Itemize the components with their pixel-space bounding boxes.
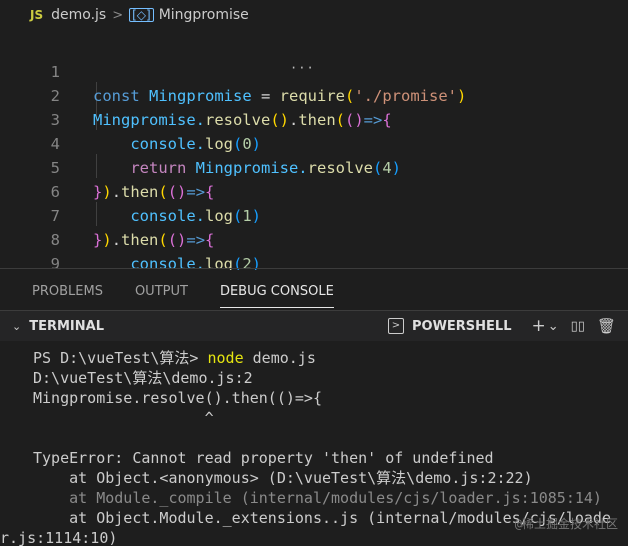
code-line: 4 return Mingpromise.resolve(4) <box>0 108 628 177</box>
tab-output[interactable]: OUTPUT <box>135 273 188 307</box>
code-line: 7 }).then(()=>{ <box>0 180 628 249</box>
code-line: 6 console.log(1) <box>0 156 628 225</box>
code-line: 5 }).then(()=>{ <box>0 132 628 201</box>
shell-selector[interactable]: POWERSHELL <box>412 319 512 334</box>
terminal-line: Mingpromise.resolve().then(()=>{ <box>33 389 322 407</box>
breadcrumb-symbol[interactable]: Mingpromise <box>159 7 249 23</box>
code-line: 3 console.log(0) <box>0 84 628 153</box>
watermark: @稀土掘金技术社区 <box>514 517 618 531</box>
plus-icon[interactable]: + <box>531 316 545 336</box>
split-terminal-icon[interactable]: ▯▯ <box>571 319 585 334</box>
breadcrumb-file[interactable]: demo.js <box>51 7 106 23</box>
terminal-line: at Object.<anonymous> (D:\vueTest\算法\dem… <box>33 469 533 487</box>
trash-icon[interactable]: 🗑 <box>597 317 616 335</box>
terminal-title: TERMINAL <box>29 318 104 334</box>
tab-debug-console[interactable]: DEBUG CONSOLE <box>219 273 334 308</box>
code-line: 8 console.log(2) <box>0 204 628 270</box>
code-line: 1 const Mingpromise = require('./promise… <box>0 36 628 105</box>
terminal-line: r.js:1114:10) <box>0 529 118 546</box>
breadcrumb: JS demo.js > [◇] Mingpromise <box>0 0 628 30</box>
terminal-output[interactable]: PS D:\vueTest\算法> node demo.js D:\vueTes… <box>0 342 628 546</box>
terminal-command: node <box>207 349 244 367</box>
code-line: 2 Mingpromise.resolve().then(()=>{ <box>0 60 628 129</box>
code-editor[interactable]: 1 const Mingpromise = require('./promise… <box>0 34 628 270</box>
breadcrumb-separator: > <box>112 7 124 23</box>
terminal-line: ^ <box>33 409 214 427</box>
panel-tabs: PROBLEMS OUTPUT DEBUG CONSOLE <box>0 269 628 311</box>
symbol-variable-icon: [◇] <box>129 8 154 22</box>
chevron-down-icon[interactable]: ⌄ <box>12 320 21 333</box>
terminal-actions: > POWERSHELL + ⌄ ▯▯ 🗑 <box>387 311 622 341</box>
terminal-line: D:\vueTest\算法\demo.js:2 <box>33 369 253 387</box>
terminal-header[interactable]: ⌄ TERMINAL > POWERSHELL + ⌄ ▯▯ 🗑 <box>0 310 628 341</box>
terminal-line: TypeError: Cannot read property 'then' o… <box>33 449 494 467</box>
javascript-file-icon: JS <box>30 8 44 22</box>
code-line: 9 }) <box>0 228 628 270</box>
terminal-shell-icon: > <box>387 318 404 334</box>
terminal-line: at Module._compile (internal/modules/cjs… <box>33 489 602 507</box>
chevron-down-icon[interactable]: ⌄ <box>548 319 559 334</box>
terminal-line: PS D:\vueTest\算法> node demo.js <box>33 349 316 367</box>
tab-problems[interactable]: PROBLEMS <box>32 273 103 307</box>
